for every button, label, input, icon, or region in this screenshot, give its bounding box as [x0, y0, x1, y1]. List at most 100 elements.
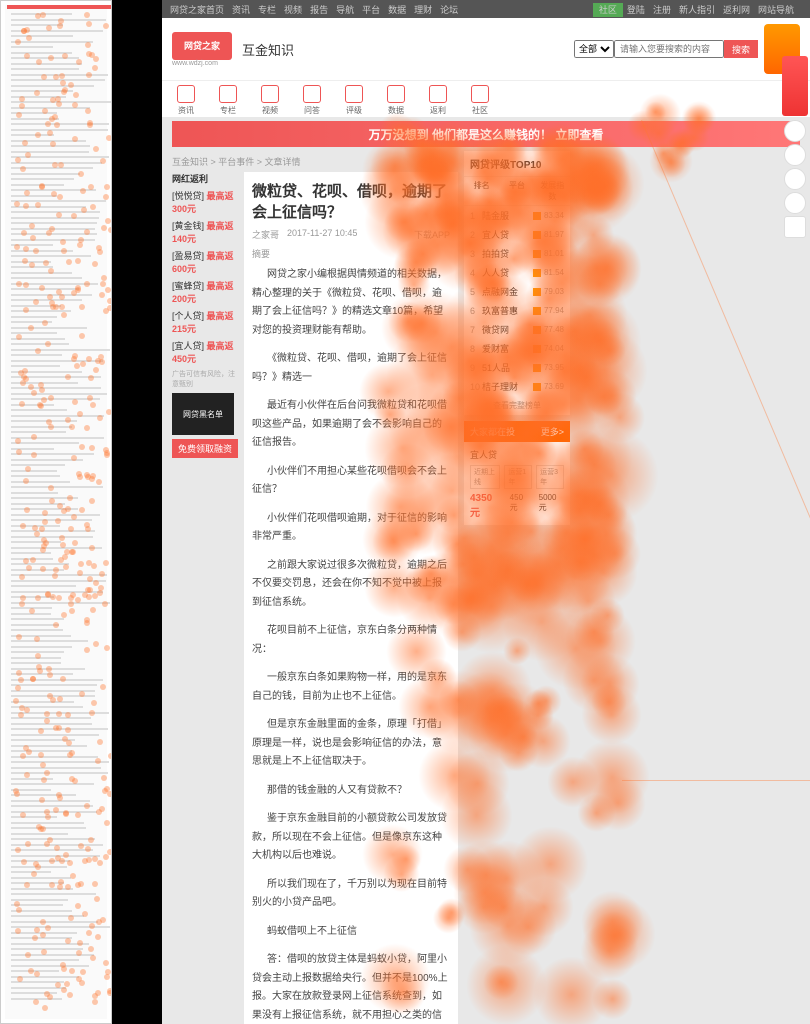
promo-banner[interactable]: 万万没想到 他们都是这么赚钱的！ 立即查看: [172, 121, 800, 147]
float-badge[interactable]: [782, 56, 808, 116]
promo-ad-image[interactable]: 网贷黑名单: [172, 393, 234, 435]
nav-item[interactable]: 返利: [424, 85, 452, 113]
promo-item[interactable]: [黄金钱] 最高返140元: [172, 219, 238, 245]
hot-widget: 大家都在投 更多> 宜人贷 近期上线 运营1年 运营3年 4350元 450元 …: [464, 421, 570, 525]
share-icon[interactable]: [784, 120, 806, 142]
logo[interactable]: 网贷之家: [172, 32, 232, 60]
download-app[interactable]: 下载APP: [414, 228, 450, 241]
nav-icon: [345, 85, 363, 103]
paragraph: 小伙伴们花呗借呗逾期，对于征信的影响非常严重。: [252, 510, 450, 547]
page-viewport: 网贷之家首页 资讯专栏视频报告导航平台数据理财论坛 社区登陆注册新人指引返利网网…: [162, 0, 810, 1024]
right-column: 网贷评级TOP10 排名 平台 发展指数 1陆金服83.342宜人贷81.973…: [464, 151, 570, 1024]
promo-item[interactable]: [宜人贷] 最高返450元: [172, 339, 238, 365]
nav-item[interactable]: 资讯: [172, 85, 200, 113]
rank-badge-icon: [533, 269, 541, 277]
hot-numbers: 4350元 450元 5000元: [470, 493, 564, 519]
topbar-link[interactable]: 平台: [362, 5, 380, 15]
top-icon[interactable]: [784, 216, 806, 238]
hot-name[interactable]: 宜人贷: [470, 448, 564, 461]
article-meta: 之家哥 2017-11-27 10:45 下载APP: [252, 228, 450, 241]
article-lead-label: 摘要: [252, 247, 450, 260]
ranking-row[interactable]: 8爱财富74.04: [464, 339, 570, 358]
hot-tabs: 近期上线 运营1年 运营3年: [470, 465, 564, 489]
ranking-row[interactable]: 1陆金服83.34: [464, 206, 570, 225]
ranking-widget: 网贷评级TOP10 排名 平台 发展指数 1陆金服83.342宜人贷81.973…: [464, 151, 570, 415]
ranking-row[interactable]: 3拍拍贷81.01: [464, 244, 570, 263]
thumb-topbar: [7, 5, 112, 9]
nav-item[interactable]: 问答: [298, 85, 326, 113]
topbar-right-link[interactable]: 新人指引: [679, 5, 715, 15]
topbar-home[interactable]: 网贷之家首页: [170, 3, 224, 16]
nav-icon: [303, 85, 321, 103]
header: 网贷之家 www.wdzj.com 互金知识 全部 搜索: [162, 18, 810, 80]
topbar-right-link[interactable]: 返利网: [723, 5, 750, 15]
promo-item[interactable]: [个人贷] 最高返215元: [172, 309, 238, 335]
article-title: 微粒贷、花呗、借呗，逾期了会上征信吗？: [252, 180, 450, 222]
paragraph: 网贷之家小编根据舆情频道的相关数据，精心整理的关于《微粒贷、花呗、借呗，逾期了会…: [252, 266, 450, 340]
paragraph: 一般京东白条如果购物一样，用的是京东自己的钱，目前为止也不上征信。: [252, 669, 450, 706]
topbar-link[interactable]: 理财: [414, 5, 432, 15]
promo-item[interactable]: [蜜蜂贷] 最高返200元: [172, 279, 238, 305]
topbar-link[interactable]: 专栏: [258, 5, 276, 15]
rank-badge-icon: [533, 231, 541, 239]
nav-item[interactable]: 专栏: [214, 85, 242, 113]
phone-icon[interactable]: [784, 192, 806, 214]
rank-badge-icon: [533, 345, 541, 353]
topbar-link[interactable]: 论坛: [440, 5, 458, 15]
topbar-right-link[interactable]: 社区: [593, 3, 623, 17]
paragraph: 所以我们现在了，千万别以为现在目前特别火的小贷产品吧。: [252, 876, 450, 913]
nav-item[interactable]: 社区: [466, 85, 494, 113]
topbar-link[interactable]: 资讯: [232, 5, 250, 15]
float-icons: [784, 120, 806, 240]
hot-more[interactable]: 更多>: [541, 425, 564, 438]
promo-item[interactable]: [悦悦贷] 最高返300元: [172, 189, 238, 215]
hot-header: 大家都在投 更多>: [464, 421, 570, 442]
ranking-row[interactable]: 4人人贷81.54: [464, 263, 570, 282]
article-source: 之家哥: [252, 228, 279, 241]
ranking-more[interactable]: 查看完整榜单: [464, 396, 570, 415]
weibo-icon[interactable]: [784, 168, 806, 190]
category-title: 互金知识: [242, 40, 294, 59]
search-scope[interactable]: 全部: [574, 40, 614, 58]
promo-sidebar: 网红返利 [悦悦贷] 最高返300元 [黄金钱] 最高返140元 [盈易贷] 最高返…: [172, 172, 238, 1024]
ranking-row[interactable]: 2宜人贷81.97: [464, 225, 570, 244]
wechat-icon[interactable]: [784, 144, 806, 166]
paragraph: 花呗目前不上征信，京东白条分两种情况：: [252, 622, 450, 659]
ranking-row[interactable]: 6玖富普惠77.94: [464, 301, 570, 320]
ranking-row[interactable]: 10桔子理财73.69: [464, 377, 570, 396]
logo-sub: www.wdzj.com: [172, 60, 232, 67]
topbar-right-link[interactable]: 注册: [653, 5, 671, 15]
promo-cta[interactable]: 免费领取融资: [172, 439, 238, 458]
divider: [112, 0, 162, 1024]
topbar-right-link[interactable]: 网站导航: [758, 5, 794, 15]
topbar-link[interactable]: 导航: [336, 5, 354, 15]
paragraph: 但是京东金融里面的金条，原理「打借」原理是一样，说也是会影响征信的办法，意思就是…: [252, 716, 450, 772]
article: 微粒贷、花呗、借呗，逾期了会上征信吗？ 之家哥 2017-11-27 10:45…: [244, 172, 458, 1024]
search-button[interactable]: 搜索: [724, 40, 758, 58]
ranking-head: 排名 平台 发展指数: [464, 177, 570, 206]
topbar-link[interactable]: 视频: [284, 5, 302, 15]
paragraph: 蚂蚁借呗上不上征信: [252, 923, 450, 942]
paragraph: 最近有小伙伴在后台问我微粒贷和花呗借呗这些产品，如果逾期了会不会影响自己的征信报…: [252, 397, 450, 453]
nav-icon: [471, 85, 489, 103]
paragraph: 那借的钱金融的人又有贷款不？: [252, 782, 450, 801]
nav-icon: [219, 85, 237, 103]
topbar-link[interactable]: 数据: [388, 5, 406, 15]
nav-item[interactable]: 数据: [382, 85, 410, 113]
ranking-row[interactable]: 5点融网金79.03: [464, 282, 570, 301]
promo-item[interactable]: [盈易贷] 最高返600元: [172, 249, 238, 275]
ranking-row[interactable]: 951人品73.95: [464, 358, 570, 377]
search-input[interactable]: [614, 40, 724, 58]
nav-icon: [177, 85, 195, 103]
article-body: 网贷之家小编根据舆情频道的相关数据，精心整理的关于《微粒贷、花呗、借呗，逾期了会…: [252, 266, 450, 1024]
nav-item[interactable]: 视频: [256, 85, 284, 113]
topbar-link[interactable]: 报告: [310, 5, 328, 15]
rank-badge-icon: [533, 383, 541, 391]
thumb-content: [5, 5, 107, 1019]
promo-header: 网红返利: [172, 172, 238, 185]
topbar-right-link[interactable]: 登陆: [627, 5, 645, 15]
topbar: 网贷之家首页 资讯专栏视频报告导航平台数据理财论坛 社区登陆注册新人指引返利网网…: [162, 0, 810, 18]
paragraph: 答：借呗的放贷主体是蚂蚁小贷，阿里小贷会主动上报数据给央行。但并不是100%上报…: [252, 951, 450, 1024]
ranking-row[interactable]: 7微贷网77.48: [464, 320, 570, 339]
nav-item[interactable]: 评级: [340, 85, 368, 113]
